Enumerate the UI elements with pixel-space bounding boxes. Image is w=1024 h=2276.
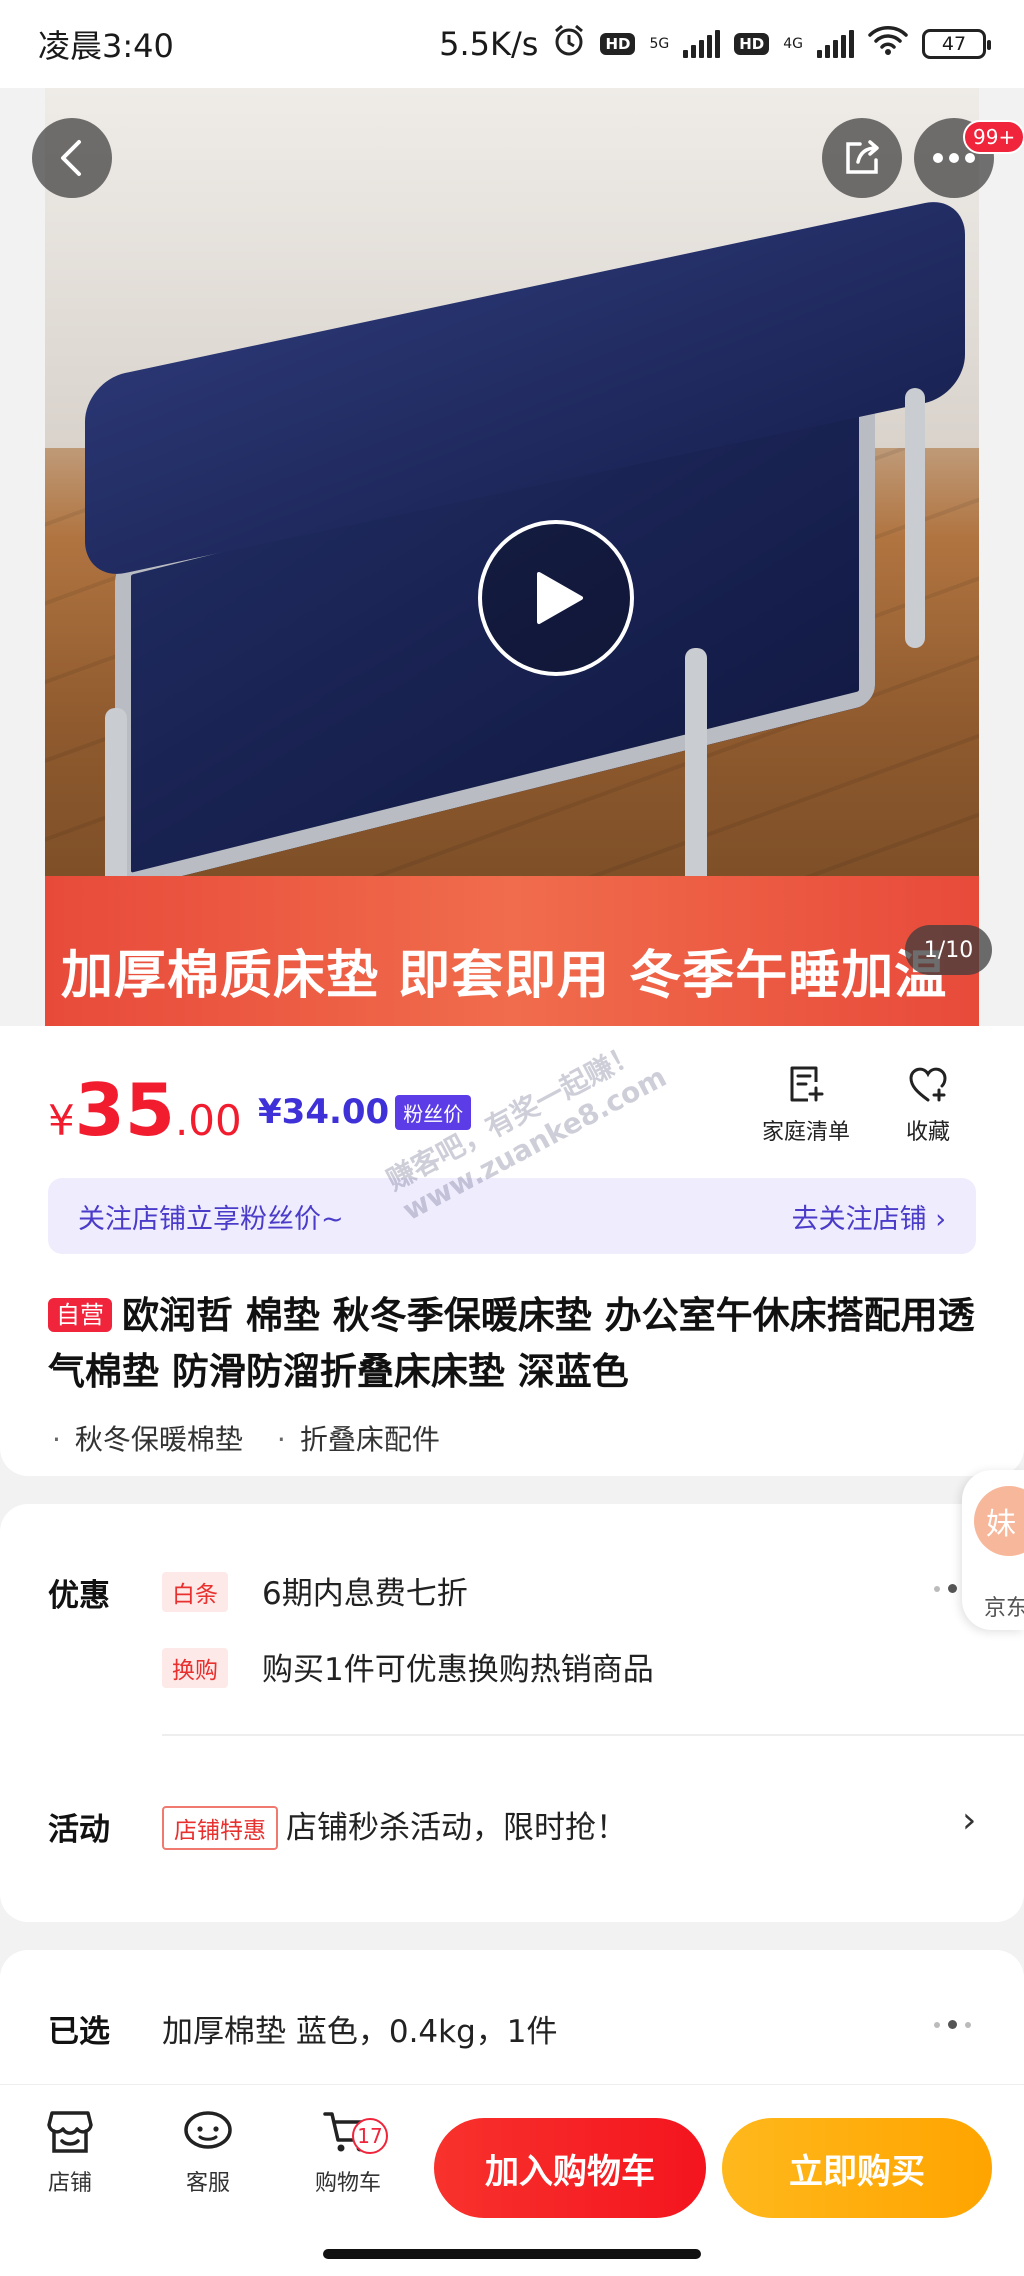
product-tag: 秋冬保暖棉垫 [52, 1418, 243, 1458]
battery-icon: 47 [922, 29, 991, 59]
status-icons: 5.5K/s HD 5G HD 4G 47 [439, 23, 991, 65]
follow-store-banner[interactable]: 关注店铺立享粉丝价~ 去关注店铺 › [48, 1178, 976, 1254]
follow-store-link[interactable]: 去关注店铺 › [792, 1197, 946, 1236]
price: ¥ 35 .00 [48, 1068, 242, 1152]
chat-icon [184, 2111, 232, 2149]
status-bar: 凌晨3:40 5.5K/s HD 5G HD 4G 47 [0, 0, 1024, 88]
favorite-label: 收藏 [906, 1120, 951, 1145]
selected-label: 已选 [48, 2014, 110, 2050]
customer-service-button[interactable]: 客服 [158, 2109, 258, 2197]
promo-chip-exchange: 换购 [162, 1648, 228, 1688]
share-icon [846, 140, 879, 174]
hd-icon: HD [600, 33, 636, 55]
play-video-button[interactable] [478, 520, 634, 676]
family-list-label: 家庭清单 [762, 1120, 851, 1145]
battery-level: 47 [941, 33, 967, 55]
status-time: 凌晨3:40 [38, 27, 174, 65]
store-icon [47, 2111, 93, 2153]
net-4g-label: 4G [783, 36, 803, 52]
back-arrow-icon [61, 140, 81, 176]
network-speed: 5.5K/s [439, 25, 539, 63]
add-to-cart-button[interactable]: 加入购物车 [434, 2118, 706, 2218]
signal-4g-icon [817, 30, 854, 58]
selected-more-dots-icon[interactable] [934, 2020, 971, 2029]
price-currency: ¥ [48, 1096, 75, 1145]
cart-label: 购物车 [314, 2171, 381, 2196]
fans-price-value: ¥34.00 [258, 1092, 390, 1132]
activity-label: 活动 [48, 1812, 110, 1848]
follow-store-text: 关注店铺立享粉丝价~ [78, 1203, 344, 1235]
alarm-icon [552, 23, 586, 65]
fans-price-label: 粉丝价 [395, 1094, 472, 1130]
assistant-label: 京东 [984, 1596, 1024, 1621]
image-caption: 加厚棉质床垫 即套即用 冬季午睡加温 [61, 946, 948, 1006]
list-add-icon [790, 1066, 824, 1102]
favorite-button[interactable]: 收藏 [906, 1064, 950, 1146]
hd-icon-2: HD [734, 33, 770, 55]
activity-text[interactable]: 店铺秒杀活动，限时抢！ [286, 1802, 627, 1847]
price-card: ¥ 35 .00 ¥34.00 粉丝价 家庭清单 收藏 关注店铺立享粉丝价~ 去… [0, 1026, 1024, 1476]
net-5g-label: 5G [649, 36, 670, 52]
promo-divider [162, 1734, 1024, 1736]
product-tags: 秋冬保暖棉垫 折叠床配件 [52, 1418, 440, 1458]
price-decimal: .00 [174, 1096, 242, 1145]
store-button[interactable]: 店铺 [20, 2109, 120, 2197]
self-operated-badge: 自营 [48, 1298, 112, 1332]
play-icon [537, 572, 583, 624]
heart-icon [909, 1067, 947, 1102]
more-dots-icon [933, 153, 975, 163]
price-integer: 35 [74, 1068, 175, 1152]
fans-price: ¥34.00 粉丝价 [258, 1092, 472, 1132]
promo-chip-baitiao: 白条 [162, 1572, 228, 1612]
product-image[interactable]: 加厚棉质床垫 即套即用 冬季午睡加温 [45, 88, 979, 1026]
promo-text-baitiao[interactable]: 6期内息费七折 [262, 1568, 468, 1613]
assistant-avatar: 妹 [974, 1486, 1024, 1556]
cart-count-badge: 17 [352, 2118, 388, 2154]
share-button[interactable] [822, 118, 902, 198]
floating-assistant[interactable]: 妹 京东 [962, 1470, 1024, 1630]
buy-now-button[interactable]: 立即购买 [722, 2118, 992, 2218]
store-label: 店铺 [47, 2171, 92, 2196]
promo-text-exchange[interactable]: 购买1件可优惠换购热销商品 [262, 1644, 654, 1689]
wifi-icon [868, 24, 908, 64]
selected-text[interactable]: 加厚棉垫 蓝色，0.4kg，1件 [162, 2006, 558, 2051]
product-page: 凌晨3:40 5.5K/s HD 5G HD 4G 47 加厚棉质床垫 即套即用… [0, 0, 1024, 2276]
promotions-card: 优惠 白条 6期内息费七折 换购 购买1件可优惠换购热销商品 活动 店铺特惠 店… [0, 1504, 1024, 1922]
cart-button[interactable]: 购物车 [298, 2109, 398, 2197]
image-cot-leg [905, 388, 925, 648]
image-counter: 1/10 [905, 925, 992, 975]
home-indicator [323, 2249, 701, 2259]
activity-chip: 店铺特惠 [162, 1806, 278, 1850]
family-list-button[interactable]: 家庭清单 [762, 1064, 850, 1146]
service-label: 客服 [185, 2171, 230, 2196]
product-tag: 折叠床配件 [277, 1418, 440, 1458]
product-title-block: 自营 欧润哲 棉垫 秋冬季保暖床垫 办公室午休床搭配用透气棉垫 防滑防溜折叠床床垫… [48, 1288, 978, 1400]
back-button[interactable] [32, 118, 112, 198]
message-badge: 99+ [963, 120, 1024, 154]
product-title: 欧润哲 棉垫 秋冬季保暖床垫 办公室午休床搭配用透气棉垫 防滑防溜折叠床床垫 深… [48, 1294, 975, 1393]
activity-arrow-icon[interactable]: › [962, 1800, 976, 1841]
promo-label: 优惠 [48, 1578, 110, 1614]
image-caption-banner: 加厚棉质床垫 即套即用 冬季午睡加温 [45, 876, 979, 1026]
signal-5g-icon [683, 30, 721, 58]
